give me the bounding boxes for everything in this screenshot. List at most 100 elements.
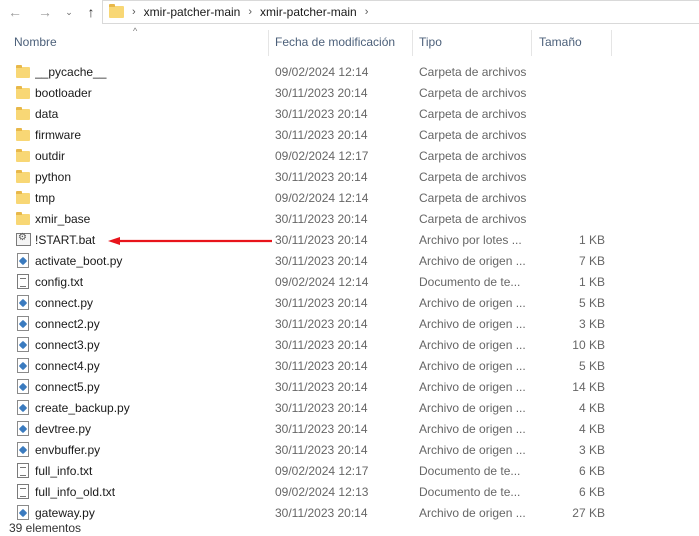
column-divider[interactable]: [611, 30, 612, 56]
file-size: 27 KB: [572, 505, 605, 520]
file-row[interactable]: devtree.py 30/11/2023 20:14 Archivo de ori…: [0, 418, 699, 439]
python-file-icon: [17, 337, 29, 352]
column-header-type[interactable]: Tipo: [413, 26, 531, 58]
file-name: connect4.py: [35, 358, 100, 373]
file-modified-date: 30/11/2023 20:14: [275, 421, 368, 436]
file-list: __pycache__ 09/02/2024 12:14 Carpeta de ar…: [0, 61, 699, 523]
file-modified-date: 30/11/2023 20:14: [275, 379, 368, 394]
file-type: Archivo de origen ...: [419, 295, 526, 310]
file-type: Documento de te...: [419, 463, 521, 478]
file-name: __pycache__: [35, 64, 107, 79]
python-file-icon: [17, 253, 29, 268]
file-type: Archivo de origen ...: [419, 316, 526, 331]
file-row[interactable]: !START.bat30/11/2023 20:14Archivo por lo…: [0, 229, 699, 250]
file-row[interactable]: xmir_base 30/11/2023 20:14 Carpeta de arch…: [0, 208, 699, 229]
file-modified-date: 30/11/2023 20:14: [275, 127, 368, 142]
column-header-row: ^ Nombre Fecha de modificación Tipo Tama…: [0, 26, 699, 58]
file-modified-date: 30/11/2023 20:14: [275, 169, 368, 184]
folder-icon: [16, 191, 30, 204]
file-row[interactable]: connect2.py 30/11/2023 20:14 Archivo de or…: [0, 313, 699, 334]
folder-icon: [16, 107, 30, 120]
up-arrow-icon[interactable]: ↑: [80, 1, 102, 23]
back-arrow-icon[interactable]: ←: [4, 1, 26, 23]
file-type: Carpeta de archivos: [419, 211, 527, 226]
python-file-icon: [17, 295, 29, 310]
column-header-size[interactable]: Tamaño: [533, 26, 611, 58]
file-row[interactable]: config.txt 09/02/2024 12:14 Documento de t…: [0, 271, 699, 292]
file-modified-date: 30/11/2023 20:14: [275, 232, 368, 247]
file-name: connect3.py: [35, 337, 100, 352]
file-size: 6 KB: [578, 484, 605, 499]
file-modified-date: 09/02/2024 12:13: [275, 484, 369, 499]
file-row[interactable]: bootloader 30/11/2023 20:14 Carpeta de arc…: [0, 82, 699, 103]
file-row[interactable]: connect5.py 30/11/2023 20:14 Archivo de or…: [0, 376, 699, 397]
file-row[interactable]: gateway.py 30/11/2023 20:14 Archivo de ori…: [0, 502, 699, 523]
file-name: envbuffer.py: [35, 442, 101, 457]
file-size: 6 KB: [578, 463, 605, 478]
python-file-icon: [17, 400, 29, 415]
file-row[interactable]: connect3.py 30/11/2023 20:14 Archivo de or…: [0, 334, 699, 355]
breadcrumb-item[interactable]: xmir-patcher-main: [144, 5, 241, 19]
file-row[interactable]: full_info_old.txt 09/02/2024 12:13 Documen…: [0, 481, 699, 502]
file-modified-date: 30/11/2023 20:14: [275, 505, 368, 520]
file-row[interactable]: activate_boot.py 30/11/2023 20:14 Archivo …: [0, 250, 699, 271]
breadcrumb-item[interactable]: xmir-patcher-main: [260, 5, 357, 19]
file-type: Archivo de origen ...: [419, 400, 526, 415]
file-name: data: [35, 106, 59, 121]
file-type: Documento de te...: [419, 484, 521, 499]
file-type: Archivo de origen ...: [419, 337, 526, 352]
file-row[interactable]: firmware 30/11/2023 20:14 Carpeta de archi…: [0, 124, 699, 145]
file-modified-date: 30/11/2023 20:14: [275, 253, 368, 268]
file-modified-date: 30/11/2023 20:14: [275, 358, 368, 373]
file-name: activate_boot.py: [35, 253, 123, 268]
file-type: Carpeta de archivos: [419, 127, 527, 142]
folder-icon: [16, 149, 30, 162]
python-file-icon: [17, 379, 29, 394]
column-header-date[interactable]: Fecha de modificación: [269, 26, 411, 58]
file-row[interactable]: python 30/11/2023 20:14 Carpeta de archivo…: [0, 166, 699, 187]
file-size: 10 KB: [572, 337, 605, 352]
file-type: Carpeta de archivos: [419, 169, 527, 184]
folder-icon: [109, 4, 124, 18]
file-row[interactable]: full_info.txt 09/02/2024 12:17 Documento d…: [0, 460, 699, 481]
column-divider[interactable]: [531, 30, 532, 56]
file-row[interactable]: connect.py 30/11/2023 20:14 Archivo de ori…: [0, 292, 699, 313]
file-name: xmir_base: [35, 211, 91, 226]
file-name: gateway.py: [35, 505, 95, 520]
text-file-icon: [17, 274, 29, 289]
address-bar[interactable]: › xmir-patcher-main › xmir-patcher-main …: [102, 0, 699, 24]
file-row[interactable]: data 30/11/2023 20:14 Carpeta de archivos: [0, 103, 699, 124]
file-size: 4 KB: [578, 400, 605, 415]
file-size: 5 KB: [578, 295, 605, 310]
breadcrumb-separator-icon: ›: [248, 6, 253, 18]
breadcrumb-separator-icon[interactable]: ›: [365, 6, 369, 18]
file-size: [536, 82, 605, 103]
python-file-icon: [17, 358, 29, 373]
file-name: connect.py: [35, 295, 94, 310]
folder-icon: [16, 65, 30, 78]
navigation-bar: ← → ⌄ ↑ › xmir-patcher-main › xmir-patch…: [0, 0, 699, 26]
forward-arrow-icon[interactable]: →: [34, 1, 56, 23]
file-row[interactable]: envbuffer.py 30/11/2023 20:14 Archivo de o…: [0, 439, 699, 460]
file-modified-date: 30/11/2023 20:14: [275, 85, 368, 100]
recent-locations-chevron-icon[interactable]: ⌄: [62, 1, 76, 23]
python-file-icon: [17, 316, 29, 331]
file-modified-date: 30/11/2023 20:14: [275, 295, 368, 310]
file-type: Archivo de origen ...: [419, 505, 526, 520]
file-type: Archivo de origen ...: [419, 358, 526, 373]
file-row[interactable]: create_backup.py 30/11/2023 20:14 Archivo …: [0, 397, 699, 418]
file-name: config.txt: [35, 274, 84, 289]
file-size: 1 KB: [578, 274, 605, 289]
file-row[interactable]: tmp 09/02/2024 12:14 Carpeta de archivos: [0, 187, 699, 208]
folder-icon: [16, 128, 30, 141]
file-row[interactable]: __pycache__ 09/02/2024 12:14 Carpeta de ar…: [0, 61, 699, 82]
file-row[interactable]: outdir 09/02/2024 12:17 Carpeta de archivo…: [0, 145, 699, 166]
file-size: [536, 208, 605, 229]
folder-icon: [16, 86, 30, 99]
file-name: full_info.txt: [35, 463, 93, 478]
file-type: Archivo de origen ...: [419, 379, 526, 394]
python-file-icon: [17, 421, 29, 436]
file-row[interactable]: connect4.py 30/11/2023 20:14 Archivo de or…: [0, 355, 699, 376]
column-header-name[interactable]: Nombre: [8, 26, 268, 58]
file-size: [536, 145, 605, 166]
